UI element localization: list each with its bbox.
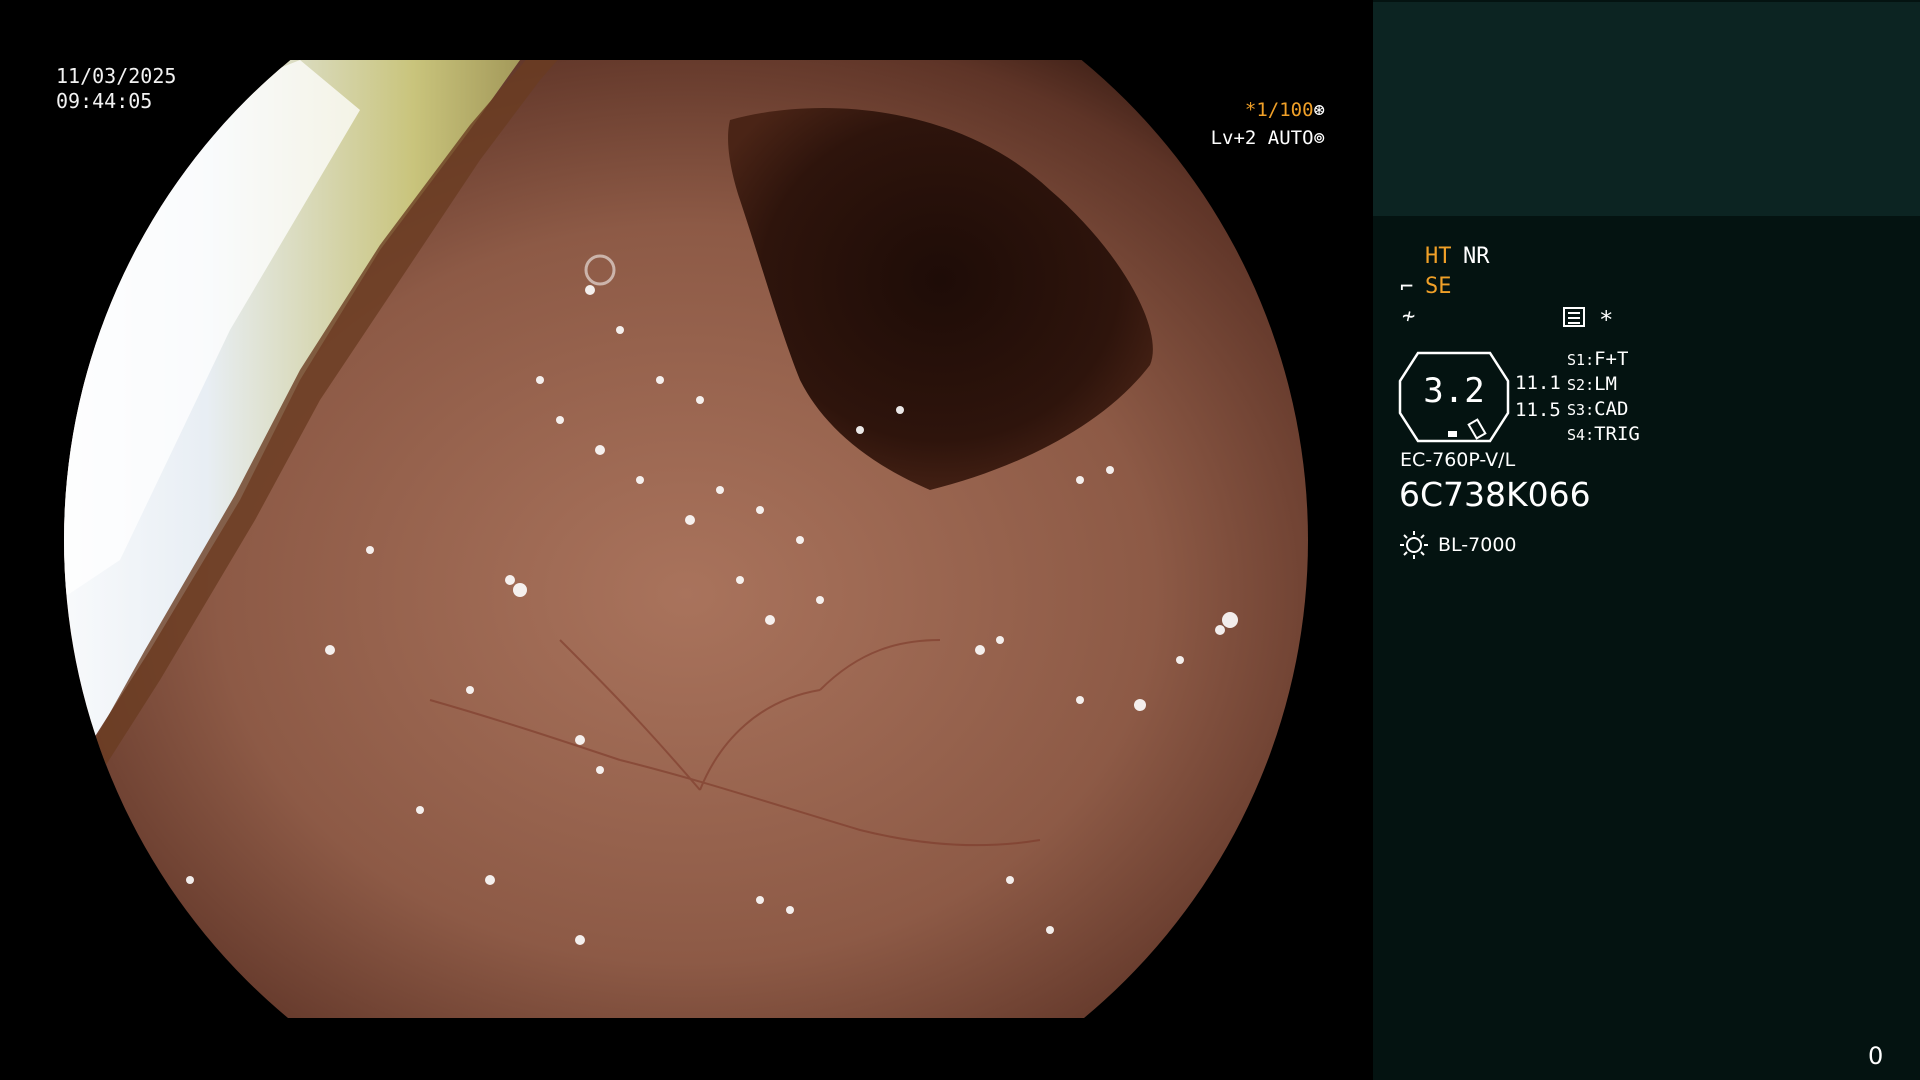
light-source-label: BL-7000: [1438, 534, 1517, 556]
zoom-value: 3.2: [1423, 371, 1485, 411]
menu-icon: [1563, 307, 1585, 327]
switch-2: S2:LM: [1567, 373, 1617, 395]
time-text: 09:44:05: [56, 89, 153, 113]
switch-label: F+T: [1594, 348, 1629, 370]
info-panel: HT NR ⌐ SE ≁ * 3.2 11.1 11.5 S1:F+T S2:L…: [1373, 0, 1920, 1080]
ht-label: HT: [1425, 244, 1452, 269]
value-2: 11.5: [1515, 399, 1561, 421]
light-source-icon: [1400, 531, 1428, 559]
switch-key: S2: [1567, 376, 1586, 394]
switch-label: TRIG: [1594, 423, 1640, 445]
scope-serial: 6C738K066: [1399, 475, 1591, 514]
scope-model: EC-760P-V/L: [1400, 449, 1516, 471]
switch-label: CAD: [1594, 398, 1629, 420]
date-text: 11/03/2025: [56, 64, 177, 88]
light-level-readout: Lv+2 AUTO⊚: [1211, 127, 1325, 149]
iris-icon: ⊚: [1313, 127, 1325, 149]
switch-3: S3:CAD: [1567, 398, 1629, 420]
filter-icon: ≁: [1402, 304, 1416, 329]
date-time-readout: 11/03/2025 09:44:05: [56, 64, 176, 114]
switch-4: S4:TRIG: [1567, 423, 1640, 445]
switch-key: S3: [1567, 401, 1586, 419]
endoscopic-image: [64, 60, 1308, 1018]
star-label: *: [1599, 306, 1614, 334]
switch-label: LM: [1594, 373, 1617, 395]
switch-1: S1:F+T: [1567, 348, 1629, 370]
frame-counter: 0: [1868, 1042, 1884, 1070]
se-label: SE: [1425, 274, 1452, 299]
switch-key: S4: [1567, 426, 1586, 444]
endoscope-video-area: 11/03/2025 09:44:05 *1/100⊛ Lv+2 AUTO⊚: [0, 0, 1373, 1080]
value-1: 11.1: [1515, 372, 1561, 394]
aperture-icon: ⊛: [1313, 99, 1325, 121]
structure-enhance-icon: ⌐: [1400, 275, 1414, 300]
shutter-readout: *1/100⊛: [1245, 99, 1325, 121]
switch-key: S1: [1567, 351, 1586, 369]
level-value: Lv+2 AUTO: [1210, 127, 1314, 149]
nr-label: NR: [1463, 244, 1490, 269]
shutter-value: *1/100: [1244, 99, 1314, 121]
panel-top-area: [1373, 2, 1920, 216]
